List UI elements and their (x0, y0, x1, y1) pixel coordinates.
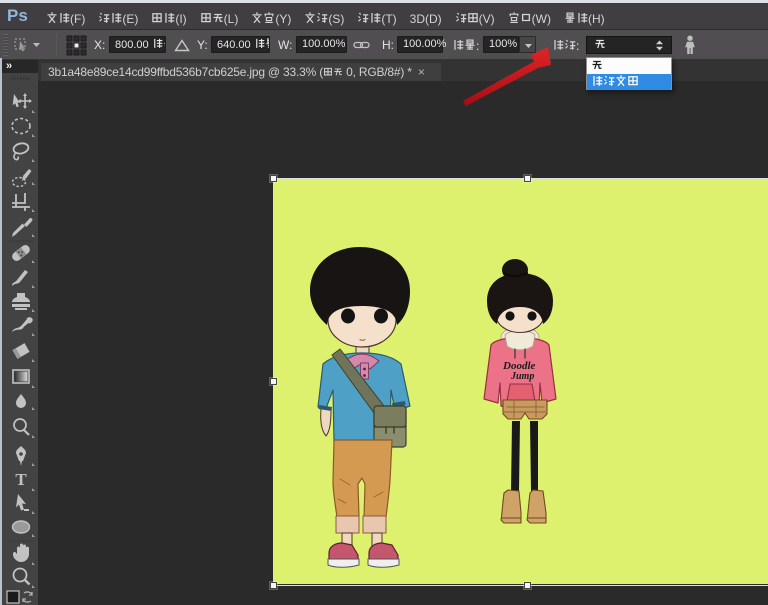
svg-text:Jump: Jump (510, 371, 534, 382)
svg-text:T: T (15, 470, 27, 489)
